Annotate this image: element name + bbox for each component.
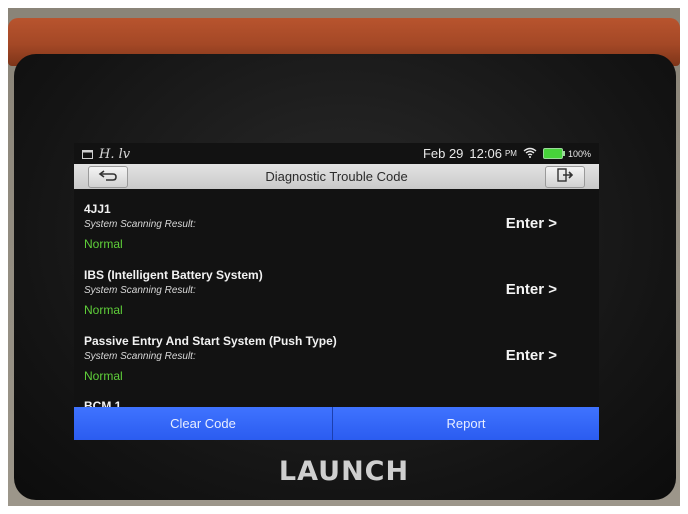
status-time: 12:06: [469, 146, 502, 161]
system-name: 4JJ1: [84, 202, 111, 216]
system-name: Passive Entry And Start System (Push Typ…: [84, 334, 337, 348]
exit-button[interactable]: [545, 166, 585, 188]
status-note: H. lv: [99, 147, 131, 162]
list-item[interactable]: Passive Entry And Start System (Push Typ…: [74, 321, 599, 387]
calendar-icon: [82, 148, 93, 162]
list-item[interactable]: 4JJ1 System Scanning Result: Normal Ente…: [74, 189, 599, 255]
battery-level: 100%: [567, 148, 591, 159]
exit-door-icon: [556, 167, 574, 187]
scan-result-label: System Scanning Result:: [84, 351, 196, 362]
scan-status: Normal: [84, 237, 123, 251]
system-name: IBS (Intelligent Battery System): [84, 268, 263, 282]
enter-button[interactable]: Enter >: [506, 347, 557, 364]
title-bar: Diagnostic Trouble Code: [74, 164, 599, 189]
status-bar: H. lv Feb 29 12:06 PM 100%: [74, 143, 599, 165]
page-title: Diagnostic Trouble Code: [265, 169, 408, 184]
status-ampm: PM: [504, 149, 517, 158]
scan-status: Normal: [84, 303, 123, 317]
status-right: Feb 29 12:06 PM 100%: [423, 146, 591, 161]
action-bar: Clear Code Report: [74, 407, 599, 440]
scan-status: Normal: [84, 369, 123, 383]
enter-button[interactable]: Enter >: [506, 215, 557, 232]
report-button[interactable]: Report: [333, 407, 599, 440]
clear-code-button[interactable]: Clear Code: [74, 407, 332, 440]
scanner-screen: H. lv Feb 29 12:06 PM 100% Diagnostic Tr…: [74, 143, 599, 440]
status-date: Feb 29: [422, 146, 464, 161]
system-list: 4JJ1 System Scanning Result: Normal Ente…: [74, 189, 599, 413]
brand-logo: LAUNCH: [278, 456, 410, 487]
status-left: H. lv: [82, 147, 130, 162]
wifi-icon: [523, 146, 537, 161]
scan-result-label: System Scanning Result:: [84, 219, 196, 230]
scan-result-label: System Scanning Result:: [84, 285, 196, 296]
battery-icon: [542, 148, 565, 159]
enter-button[interactable]: Enter >: [506, 281, 557, 298]
list-item[interactable]: IBS (Intelligent Battery System) System …: [74, 255, 599, 321]
